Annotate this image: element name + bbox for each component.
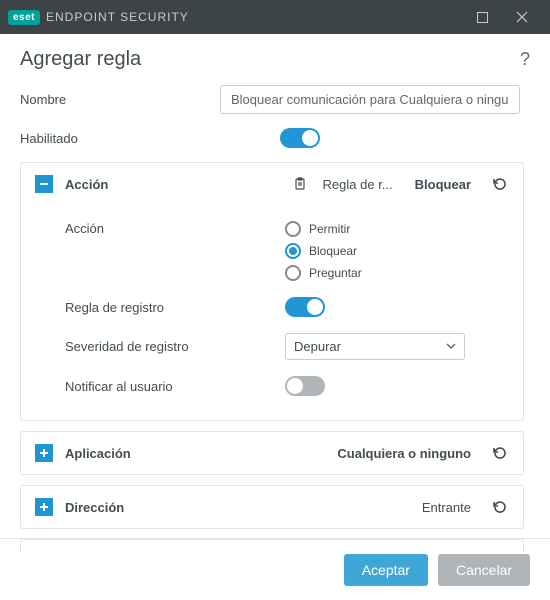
section-action: Acción Regla de r... Bloquear Acción — [20, 162, 524, 421]
section-direction-title: Dirección — [65, 500, 124, 515]
radio-icon — [285, 265, 301, 281]
page-title: Agregar regla — [20, 48, 141, 71]
radio-label: Bloquear — [309, 244, 357, 258]
section-application: Aplicación Cualquiera o ninguno — [20, 431, 524, 475]
section-direction: Dirección Entrante — [20, 485, 524, 529]
section-direction-header[interactable]: Dirección Entrante — [21, 486, 523, 528]
radio-icon — [285, 243, 301, 259]
help-icon[interactable]: ? — [520, 49, 530, 70]
section-application-title: Aplicación — [65, 446, 131, 461]
cancel-button[interactable]: Cancelar — [438, 554, 530, 586]
reset-icon[interactable] — [491, 175, 509, 193]
brand-logo: eset — [8, 10, 40, 25]
section-action-body: Acción Permitir Bloquear Preguntar — [21, 205, 523, 420]
action-radio-ask[interactable]: Preguntar — [285, 265, 509, 281]
titlebar: eset ENDPOINT SECURITY — [0, 0, 550, 34]
radio-label: Preguntar — [309, 266, 362, 280]
collapse-icon — [35, 175, 53, 193]
severity-label: Severidad de registro — [65, 339, 285, 354]
radio-label: Permitir — [309, 222, 350, 236]
section-action-summary-label: Regla de r... — [323, 177, 393, 192]
section-application-value: Cualquiera o ninguno — [337, 446, 471, 461]
log-rule-toggle[interactable] — [285, 297, 325, 317]
section-action-title: Acción — [65, 177, 108, 192]
reset-icon[interactable] — [491, 444, 509, 462]
section-protocol-header[interactable]: Protocolo IP TCP y UDP — [21, 540, 523, 552]
notify-toggle[interactable] — [285, 376, 325, 396]
action-radio-block[interactable]: Bloquear — [285, 243, 509, 259]
notify-label: Notificar al usuario — [65, 379, 285, 394]
reset-icon[interactable] — [491, 498, 509, 516]
section-direction-value: Entrante — [422, 500, 471, 515]
severity-value: Depurar — [294, 339, 341, 354]
section-action-value: Bloquear — [415, 177, 471, 192]
action-radio-label: Acción — [65, 221, 285, 236]
action-radio-group: Permitir Bloquear Preguntar — [285, 221, 509, 281]
section-action-header[interactable]: Acción Regla de r... Bloquear — [21, 163, 523, 205]
enabled-toggle[interactable] — [280, 128, 320, 148]
name-label: Nombre — [20, 92, 220, 107]
severity-select[interactable]: Depurar — [285, 333, 465, 360]
section-protocol: Protocolo IP TCP y UDP — [20, 539, 524, 552]
expand-icon — [35, 444, 53, 462]
sections-container: Acción Regla de r... Bloquear Acción — [20, 162, 530, 552]
brand: eset ENDPOINT SECURITY — [8, 10, 189, 25]
radio-icon — [285, 221, 301, 237]
chevron-down-icon — [446, 339, 456, 354]
brand-product: ENDPOINT SECURITY — [46, 10, 189, 24]
enabled-field-row: Habilitado — [20, 128, 530, 148]
log-rule-label: Regla de registro — [65, 300, 285, 315]
action-radio-allow[interactable]: Permitir — [285, 221, 509, 237]
clipboard-icon — [293, 177, 307, 191]
section-application-header[interactable]: Aplicación Cualquiera o ninguno — [21, 432, 523, 474]
window-maximize-button[interactable] — [462, 0, 502, 34]
name-input[interactable] — [220, 85, 520, 114]
name-field-row: Nombre — [20, 85, 530, 114]
expand-icon — [35, 498, 53, 516]
window-close-button[interactable] — [502, 0, 542, 34]
page-header: Agregar regla ? — [20, 48, 530, 71]
enabled-label: Habilitado — [20, 131, 220, 146]
ok-button[interactable]: Aceptar — [344, 554, 428, 586]
